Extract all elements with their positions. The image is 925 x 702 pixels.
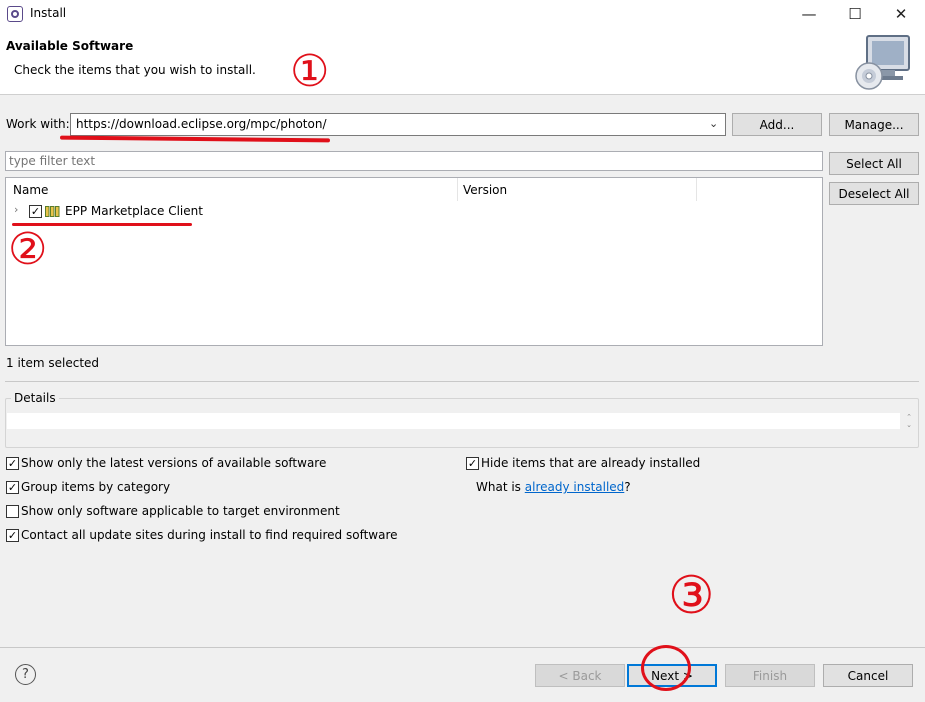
window-title: Install [30, 6, 67, 20]
select-all-button[interactable]: Select All [829, 152, 919, 175]
work-with-value: https://download.eclipse.org/mpc/photon/ [76, 117, 327, 131]
target-env-label: Show only software applicable to target … [21, 504, 340, 518]
column-divider [696, 178, 697, 201]
annotation-three: ③ [668, 566, 715, 626]
group-by-category-label: Group items by category [21, 480, 171, 494]
annotation-circle-next [641, 645, 691, 691]
work-with-label: Work with: [6, 117, 70, 131]
wizard-header: Available Software Check the items that … [0, 28, 925, 95]
cancel-button[interactable]: Cancel [823, 664, 913, 687]
what-is-text: What is already installed? [476, 480, 631, 494]
chevron-down-icon[interactable]: ⌄ [709, 117, 718, 130]
latest-versions-checkbox[interactable]: ✓ [6, 457, 19, 470]
selection-status: 1 item selected [6, 356, 100, 370]
minimize-button[interactable]: — [786, 0, 832, 28]
install-wizard-icon [851, 34, 913, 90]
page-subtitle: Check the items that you wish to install… [14, 63, 256, 77]
eclipse-icon [7, 6, 23, 22]
details-text[interactable] [7, 413, 900, 429]
contact-sites-checkbox[interactable]: ✓ [6, 529, 19, 542]
title-bar: Install — ☐ ✕ [0, 0, 925, 28]
footer-separator [0, 647, 925, 648]
maximize-button[interactable]: ☐ [832, 0, 878, 28]
row-checkbox[interactable]: ✓ [29, 205, 42, 218]
feature-icon [45, 206, 60, 220]
hide-installed-checkbox[interactable]: ✓ [466, 457, 479, 470]
manage-button[interactable]: Manage... [829, 113, 919, 136]
annotation-underline-row [12, 223, 192, 226]
group-by-category-checkbox[interactable]: ✓ [6, 481, 19, 494]
annotation-two: ② [8, 224, 48, 275]
column-divider [457, 178, 458, 201]
software-table[interactable]: Name Version › ✓ EPP Marketplace Client [5, 177, 823, 346]
add-button[interactable]: Add... [732, 113, 822, 136]
details-label: Details [11, 391, 59, 405]
annotation-one: ① [290, 46, 330, 97]
filter-input[interactable] [5, 151, 823, 171]
help-icon[interactable]: ? [15, 664, 36, 685]
deselect-all-button[interactable]: Deselect All [829, 182, 919, 205]
target-env-checkbox[interactable] [6, 505, 19, 518]
work-with-combo[interactable]: https://download.eclipse.org/mpc/photon/… [70, 113, 726, 136]
row-name: EPP Marketplace Client [65, 204, 203, 218]
separator [5, 381, 919, 382]
page-title: Available Software [6, 39, 134, 53]
finish-button[interactable]: Finish [725, 664, 815, 687]
already-installed-link[interactable]: already installed [525, 480, 625, 494]
details-scrollbar[interactable]: ⌃ ⌄ [903, 413, 915, 429]
what-is-suffix: ? [624, 480, 631, 494]
hide-installed-label: Hide items that are already installed [481, 456, 701, 470]
expand-chevron-icon[interactable]: › [14, 203, 18, 216]
latest-versions-label: Show only the latest versions of availab… [21, 456, 327, 470]
table-row[interactable]: › ✓ EPP Marketplace Client [6, 201, 822, 221]
column-header-name[interactable]: Name [13, 183, 48, 197]
column-header-version[interactable]: Version [463, 183, 507, 197]
annotation-underline-url [59, 135, 331, 143]
table-header: Name Version [6, 178, 822, 201]
contact-sites-label: Contact all update sites during install … [21, 528, 398, 542]
back-button[interactable]: < Back [535, 664, 625, 687]
what-is-prefix: What is [476, 480, 525, 494]
close-button[interactable]: ✕ [878, 0, 924, 28]
